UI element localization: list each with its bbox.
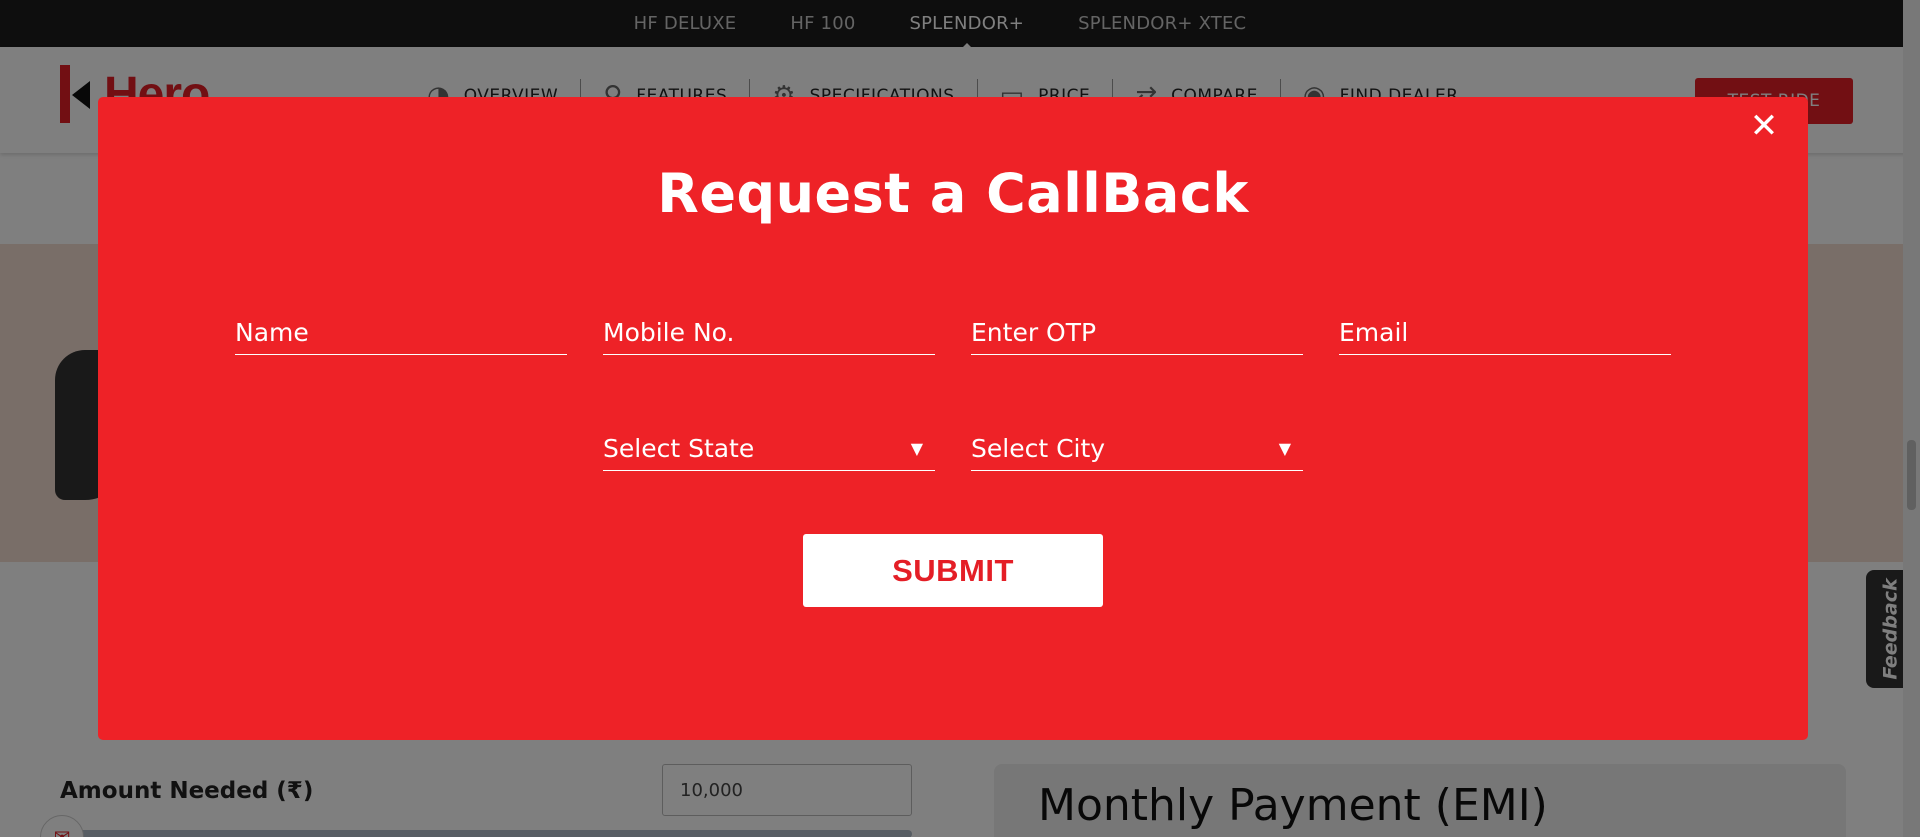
name-input[interactable] xyxy=(235,311,567,354)
chevron-down-icon: ▼ xyxy=(910,439,923,458)
submit-button[interactable]: SUBMIT xyxy=(803,534,1103,607)
otp-field[interactable] xyxy=(971,311,1303,355)
otp-input[interactable] xyxy=(971,311,1303,354)
modal-title: Request a CallBack xyxy=(657,162,1249,225)
close-icon[interactable]: ✕ xyxy=(1744,106,1784,146)
name-field[interactable] xyxy=(235,311,567,355)
state-select-value: Select State xyxy=(603,434,755,463)
city-select[interactable]: Select City ▼ xyxy=(971,427,1303,471)
city-select-value: Select City xyxy=(971,434,1106,463)
email-field[interactable] xyxy=(1339,311,1671,355)
mobile-input[interactable] xyxy=(603,311,935,354)
state-select[interactable]: Select State ▼ xyxy=(603,427,935,471)
mobile-field[interactable] xyxy=(603,311,935,355)
chevron-down-icon: ▼ xyxy=(1278,439,1291,458)
email-input[interactable] xyxy=(1339,311,1671,354)
